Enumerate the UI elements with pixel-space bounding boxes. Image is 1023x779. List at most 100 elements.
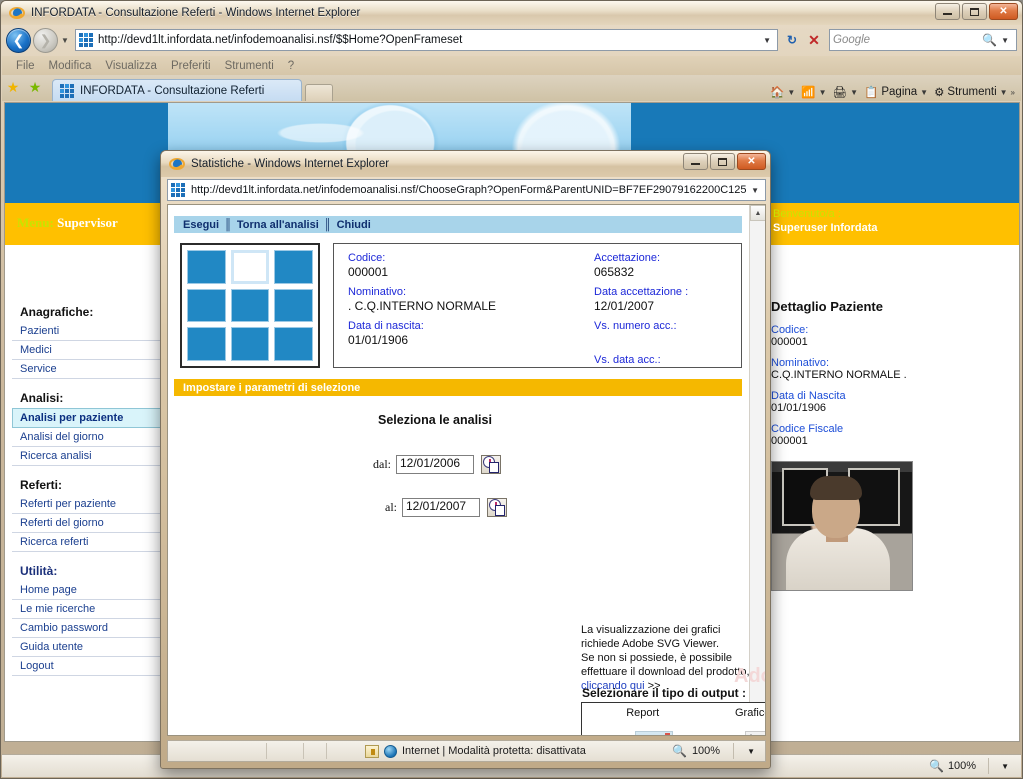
dialog-minimize-button[interactable] xyxy=(683,153,708,170)
sidebar-item-le-mie-ricerche[interactable]: Le mie ricerche xyxy=(12,600,162,619)
dialog-window-controls: ✕ xyxy=(683,153,766,170)
dialog-address-bar[interactable]: http://devd1lt.infordata.net/infodemoana… xyxy=(167,179,766,201)
output-type-title: Selezionare il tipo di output : xyxy=(582,686,746,700)
menu-strumenti[interactable]: Strumenti xyxy=(225,60,274,72)
stop-icon[interactable]: ✕ xyxy=(803,29,825,51)
search-input[interactable]: Google xyxy=(833,34,982,46)
date-to-input[interactable]: 12/01/2007 xyxy=(402,498,480,517)
sidebar-item-ricerca-analisi[interactable]: Ricerca analisi xyxy=(12,447,162,466)
sidebar-section-header: Utilità: xyxy=(20,564,58,578)
new-tab-button[interactable] xyxy=(305,84,333,101)
recent-pages-chevron-down-icon[interactable]: ▼ xyxy=(58,29,72,51)
maximize-button[interactable] xyxy=(962,3,987,20)
dialog-vertical-scrollbar[interactable]: ▲ ▼ xyxy=(749,205,765,735)
menu-visualizza[interactable]: Visualizza xyxy=(105,60,157,72)
minimize-button[interactable] xyxy=(935,3,960,20)
sidebar-item-guida-utente[interactable]: Guida utente xyxy=(12,638,162,657)
detail-field-label: Data di Nascita xyxy=(771,390,846,402)
esegui-link[interactable]: Esegui xyxy=(183,219,219,231)
output-grafico-label: Grafico xyxy=(734,707,765,719)
favorites-star-icon[interactable]: ★ xyxy=(2,76,24,98)
dialog-titlebar: Statistiche - Windows Internet Explorer … xyxy=(161,151,770,177)
internet-zone-globe-icon xyxy=(384,744,397,758)
svg-note-line-2: Se non si possiede, è possibile effettua… xyxy=(581,652,750,678)
date-from-input[interactable]: 12/01/2006 xyxy=(396,455,474,474)
feeds-icon[interactable]: 📶 ▼ xyxy=(798,85,829,99)
search-provider-chevron-down-icon[interactable]: ▼ xyxy=(997,36,1013,45)
add-to-favorites-icon[interactable]: ★ xyxy=(24,76,46,98)
sidebar-item-cambio-password[interactable]: Cambio password xyxy=(12,619,162,638)
forward-button[interactable]: ❯ xyxy=(33,27,58,53)
search-box[interactable]: Google 🔍 ▼ xyxy=(829,29,1017,51)
sidebar-item-service[interactable]: Service xyxy=(12,360,162,379)
detail-field-label: Codice Fiscale xyxy=(771,423,844,435)
sidebar-item-analisi-del-giorno[interactable]: Analisi del giorno xyxy=(12,428,162,447)
print-icon[interactable]: 🖨 ▼ xyxy=(830,85,862,99)
dialog-zoom-chevron-down-icon[interactable]: ▼ xyxy=(747,747,755,756)
date-to-row: al: 12/01/2007 xyxy=(385,498,507,517)
detail-field-value: 000001 xyxy=(771,336,808,348)
grid-cell-8[interactable] xyxy=(230,327,270,361)
grid-cell-4[interactable] xyxy=(187,288,226,323)
close-button[interactable]: ✕ xyxy=(989,3,1018,20)
grid-cell-1[interactable] xyxy=(187,250,226,284)
dialog-close-button[interactable]: ✕ xyxy=(737,153,766,170)
main-zoom-control[interactable]: 🔍 100% ▼ xyxy=(929,758,1009,774)
date-from-label: dal: xyxy=(373,457,391,471)
sidebar-item-referti-del-giorno[interactable]: Referti del giorno xyxy=(12,514,162,533)
grid-cell-5[interactable] xyxy=(230,288,270,323)
refresh-icon[interactable]: ↻ xyxy=(781,29,803,51)
line-chart-icon[interactable] xyxy=(745,731,765,735)
search-icon[interactable]: 🔍 xyxy=(982,33,997,47)
sidebar-item-home-page[interactable]: Home page xyxy=(12,581,162,600)
dialog-zoom-control[interactable]: 🔍 100% ▼ xyxy=(672,743,755,759)
chiudi-link[interactable]: Chiudi xyxy=(337,219,371,231)
patient-detail-fields: Codice: 000001 Nominativo: C.Q.INTERNO NORM… xyxy=(771,324,1016,447)
toolbar-overflow-icon[interactable]: » xyxy=(1011,88,1015,97)
info-value: 065832 xyxy=(594,265,635,279)
report-bars-icon[interactable] xyxy=(635,731,674,735)
grid-cell-7[interactable] xyxy=(187,327,226,361)
info-value: . C.Q.INTERNO NORMALE xyxy=(348,299,497,313)
menu-help[interactable]: ? xyxy=(288,60,294,72)
grid-cell-9[interactable] xyxy=(274,327,313,361)
tools-menu-button[interactable]: ⚙ Strumenti ▼ xyxy=(931,85,1010,99)
sidebar-item-ricerca-referti[interactable]: Ricerca referti xyxy=(12,533,162,552)
welcome-label: Benvenuto/a : xyxy=(773,208,841,220)
patient-info-box: Codice: 000001 Nominativo:. C.Q.INTERNO NO… xyxy=(333,243,742,368)
grid-cell-6[interactable] xyxy=(274,288,313,323)
tab-label: INFORDATA - Consultazione Referti xyxy=(80,84,265,97)
grid-cell-2-selected[interactable] xyxy=(230,250,270,284)
dialog-maximize-button[interactable] xyxy=(710,153,735,170)
tab-infordata[interactable]: INFORDATA - Consultazione Referti xyxy=(52,79,302,101)
sidebar-item-referti-per-paziente[interactable]: Referti per paziente xyxy=(12,495,162,514)
sidebar-item-medici[interactable]: Medici xyxy=(12,341,162,360)
menu-modifica[interactable]: Modifica xyxy=(49,60,92,72)
grid-cell-3[interactable] xyxy=(274,250,313,284)
address-chevron-down-icon[interactable]: ▼ xyxy=(759,36,775,45)
scroll-up-icon[interactable]: ▲ xyxy=(750,205,765,221)
main-zoom-level: 100% xyxy=(947,760,977,772)
welcome-user: Superuser Infordata xyxy=(773,222,878,234)
patient-photo xyxy=(771,461,913,591)
home-icon[interactable]: 🏠 ▼ xyxy=(767,85,798,99)
calendar-picker-icon[interactable] xyxy=(487,498,507,517)
sidebar-item-analisi-per-paziente[interactable]: Analisi per paziente xyxy=(12,408,162,428)
dialog-address-chevron-down-icon[interactable]: ▼ xyxy=(747,186,763,195)
analysis-grid-thumbnail[interactable] xyxy=(180,243,320,368)
back-button[interactable]: ❮ xyxy=(6,27,31,53)
zoom-chevron-down-icon[interactable]: ▼ xyxy=(1001,762,1009,771)
menu-preferiti[interactable]: Preferiti xyxy=(171,60,211,72)
detail-field-value: C.Q.INTERNO NORMALE . xyxy=(771,369,907,381)
calendar-picker-icon[interactable] xyxy=(481,455,501,474)
info-label: Nominativo: xyxy=(348,286,407,298)
torna-all-analisi-link[interactable]: Torna all'analisi xyxy=(237,219,319,231)
info-label: Accettazione: xyxy=(594,252,661,264)
address-bar[interactable]: http://devd1lt.infordata.net/infodemoana… xyxy=(75,29,778,51)
dialog-site-favicon-icon xyxy=(171,183,185,197)
sidebar-item-logout[interactable]: Logout xyxy=(12,657,162,676)
page-menu-button[interactable]: 📋 Pagina ▼ xyxy=(861,85,931,99)
detail-field-label: Nominativo: xyxy=(771,357,830,369)
sidebar-item-pazienti[interactable]: Pazienti xyxy=(12,322,162,341)
menu-file[interactable]: File xyxy=(16,60,35,72)
